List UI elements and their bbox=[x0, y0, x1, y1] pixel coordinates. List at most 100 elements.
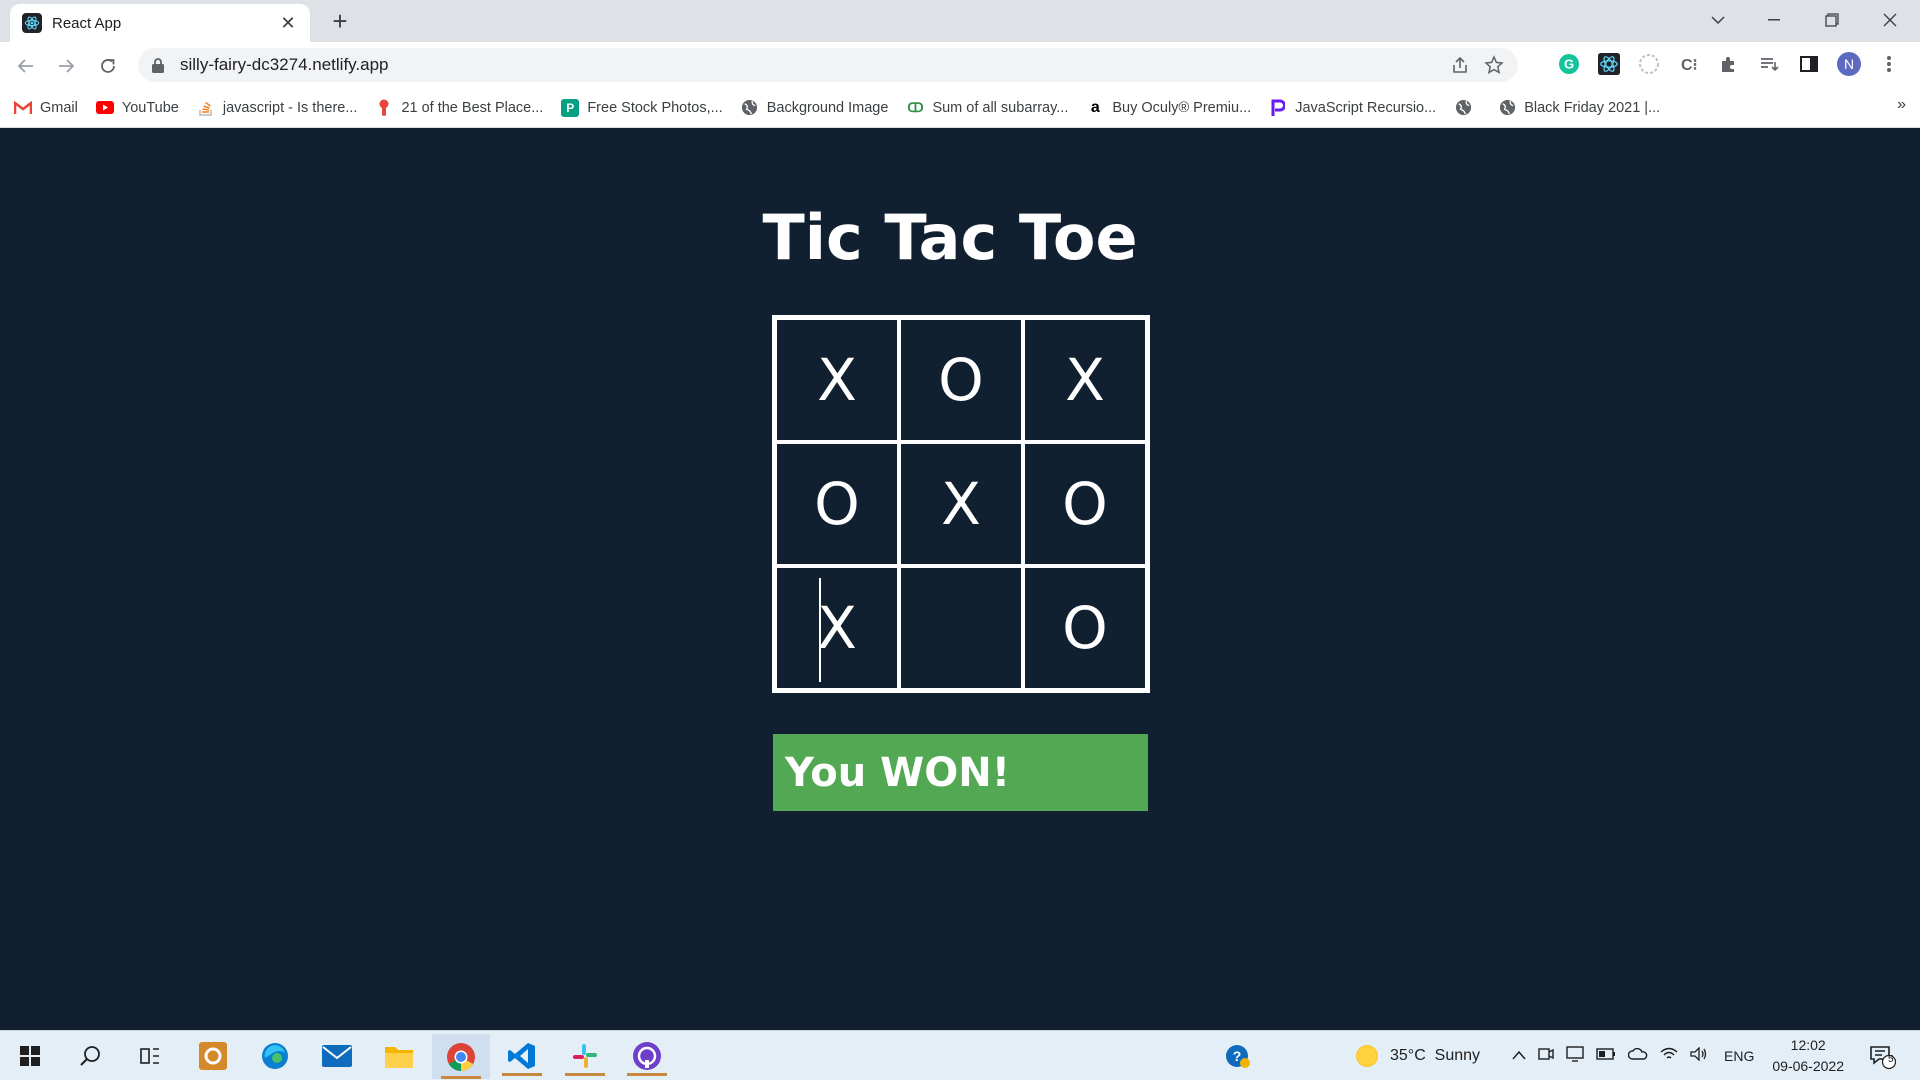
board-cell[interactable]: O bbox=[1023, 566, 1147, 690]
chevron-up-icon[interactable] bbox=[1512, 1047, 1526, 1065]
colorzilla-icon[interactable]: C⁝ bbox=[1675, 50, 1703, 78]
profile-avatar[interactable]: N bbox=[1835, 50, 1863, 78]
clock[interactable]: 12:02 09-06-2022 bbox=[1772, 1035, 1844, 1077]
pexels-icon: P bbox=[561, 98, 580, 117]
onedrive-icon[interactable] bbox=[1627, 1047, 1648, 1065]
forward-arrow-icon[interactable] bbox=[50, 50, 82, 82]
bookmark-black-friday[interactable]: Black Friday 2021 |... bbox=[1498, 99, 1660, 117]
pin-icon bbox=[375, 99, 393, 117]
bookmark-label: Background Image bbox=[766, 99, 889, 116]
close-tab-icon[interactable]: ✕ bbox=[278, 13, 298, 34]
reading-list-icon[interactable] bbox=[1755, 50, 1783, 78]
board-cell-with-cursor[interactable]: X bbox=[775, 566, 899, 690]
board-cell[interactable]: O bbox=[775, 442, 899, 566]
board-cell[interactable]: O bbox=[1023, 442, 1147, 566]
svg-text:N: N bbox=[1844, 56, 1854, 72]
bookmark-gfg[interactable]: ↀ Sum of all subarray... bbox=[906, 99, 1068, 117]
address-bar[interactable]: silly-fairy-dc3274.netlify.app bbox=[138, 48, 1518, 82]
grammarly-icon[interactable]: G bbox=[1555, 50, 1583, 78]
game-status-banner: You WON! bbox=[773, 734, 1148, 811]
react-icon bbox=[22, 13, 42, 33]
tab-search-icon[interactable] bbox=[1698, 6, 1738, 34]
new-tab-button[interactable]: + bbox=[326, 8, 354, 36]
edge-browser-icon[interactable] bbox=[255, 1036, 295, 1076]
language-indicator[interactable]: ENG bbox=[1724, 1048, 1754, 1064]
display-icon[interactable] bbox=[1566, 1045, 1584, 1067]
page-title: Tic Tac Toe bbox=[762, 201, 1138, 274]
gmail-icon bbox=[14, 99, 32, 117]
vscode-icon[interactable] bbox=[502, 1036, 542, 1076]
bookmark-label: Gmail bbox=[40, 99, 78, 116]
side-panel-icon[interactable] bbox=[1795, 50, 1823, 78]
bookmark-label: YouTube bbox=[121, 99, 179, 116]
search-icon[interactable] bbox=[70, 1036, 110, 1076]
help-icon[interactable]: ? bbox=[1218, 1036, 1258, 1076]
tab-react-app[interactable]: React App ✕ bbox=[10, 4, 310, 42]
close-window-button[interactable] bbox=[1870, 6, 1910, 34]
board-cell[interactable] bbox=[899, 566, 1023, 690]
file-explorer-icon[interactable] bbox=[379, 1036, 419, 1076]
board-cell[interactable]: X bbox=[775, 318, 899, 442]
bookmark-youtube[interactable]: YouTube bbox=[95, 99, 179, 117]
amazon-icon: a bbox=[1090, 98, 1100, 116]
bookmark-stackoverflow[interactable]: javascript - Is there... bbox=[197, 99, 357, 117]
bookmark-label: Sum of all subarray... bbox=[932, 99, 1069, 116]
weather-widget[interactable]: 35°C Sunny bbox=[1356, 1031, 1480, 1080]
board-cell[interactable]: X bbox=[899, 442, 1023, 566]
github-desktop-icon[interactable] bbox=[627, 1036, 667, 1076]
battery-icon[interactable] bbox=[1596, 1047, 1616, 1065]
game-board: X O X O X O X O bbox=[772, 315, 1150, 693]
back-arrow-icon[interactable] bbox=[10, 50, 42, 82]
bookmarks-bar: Gmail YouTube javascript - Is there... 2… bbox=[0, 88, 1920, 128]
extension-icon[interactable] bbox=[1635, 50, 1663, 78]
tab-title: React App bbox=[52, 14, 122, 32]
slack-icon[interactable] bbox=[565, 1036, 605, 1076]
chrome-app-icon[interactable] bbox=[432, 1034, 490, 1079]
puzzle-extensions-icon[interactable] bbox=[1715, 50, 1743, 78]
more-menu-icon[interactable] bbox=[1875, 50, 1903, 78]
bookmark-label: Free Stock Photos,... bbox=[587, 99, 723, 116]
bookmark-star-icon[interactable] bbox=[1484, 55, 1504, 80]
task-view-icon[interactable] bbox=[130, 1036, 170, 1076]
reload-icon[interactable] bbox=[92, 50, 124, 82]
bookmark-amazon[interactable]: a Buy Oculy® Premiu... bbox=[1086, 99, 1251, 117]
svg-text:?: ? bbox=[1233, 1048, 1242, 1064]
volume-icon[interactable] bbox=[1690, 1045, 1708, 1066]
restore-button[interactable] bbox=[1812, 6, 1852, 34]
office-app-icon[interactable] bbox=[193, 1036, 233, 1076]
bookmark-gmail[interactable]: Gmail bbox=[14, 99, 78, 117]
bookmark-background-image[interactable]: Background Image bbox=[741, 99, 889, 117]
active-indicator bbox=[502, 1073, 542, 1076]
weather-text: 35°C Sunny bbox=[1390, 1047, 1481, 1064]
clock-date: 09-06-2022 bbox=[1772, 1058, 1844, 1074]
share-icon[interactable] bbox=[1450, 55, 1470, 80]
minimize-button[interactable] bbox=[1754, 6, 1794, 34]
bookmark-label: Black Friday 2021 |... bbox=[1524, 99, 1661, 116]
more-bookmarks-icon[interactable]: » bbox=[1897, 96, 1906, 114]
bookmark-pexels[interactable]: P Free Stock Photos,... bbox=[561, 98, 723, 117]
bookmark-best-places[interactable]: 21 of the Best Place... bbox=[375, 99, 543, 117]
url-text: silly-fairy-dc3274.netlify.app bbox=[180, 55, 389, 74]
notification-count: 5 bbox=[1888, 1054, 1894, 1065]
notifications-icon[interactable]: 5 bbox=[1862, 1036, 1902, 1076]
board-cell[interactable]: X bbox=[1023, 318, 1147, 442]
page-content: Tic Tac Toe X O X O X O X O You WON! bbox=[0, 129, 1920, 1030]
wifi-icon[interactable] bbox=[1660, 1047, 1678, 1066]
windows-start-icon[interactable] bbox=[10, 1036, 50, 1076]
youtube-icon bbox=[95, 99, 114, 117]
active-indicator bbox=[565, 1073, 605, 1076]
board-cell[interactable]: O bbox=[899, 318, 1023, 442]
svg-text:G: G bbox=[1564, 57, 1574, 72]
bookmark-label: Buy Oculy® Premiu... bbox=[1112, 99, 1252, 116]
react-devtools-icon[interactable] bbox=[1595, 50, 1623, 78]
bookmark-label: JavaScript Recursio... bbox=[1295, 99, 1437, 116]
mail-icon[interactable] bbox=[317, 1036, 357, 1076]
bookmark-globe[interactable] bbox=[1454, 99, 1480, 117]
clock-time: 12:02 bbox=[1790, 1037, 1826, 1053]
tab-strip: React App ✕ + bbox=[0, 0, 1920, 42]
lock-icon[interactable] bbox=[152, 57, 166, 73]
meet-now-icon[interactable] bbox=[1538, 1047, 1554, 1066]
sun-icon bbox=[1356, 1045, 1378, 1067]
bookmark-programiz[interactable]: JavaScript Recursio... bbox=[1269, 99, 1436, 117]
cell-value: X bbox=[817, 594, 857, 662]
